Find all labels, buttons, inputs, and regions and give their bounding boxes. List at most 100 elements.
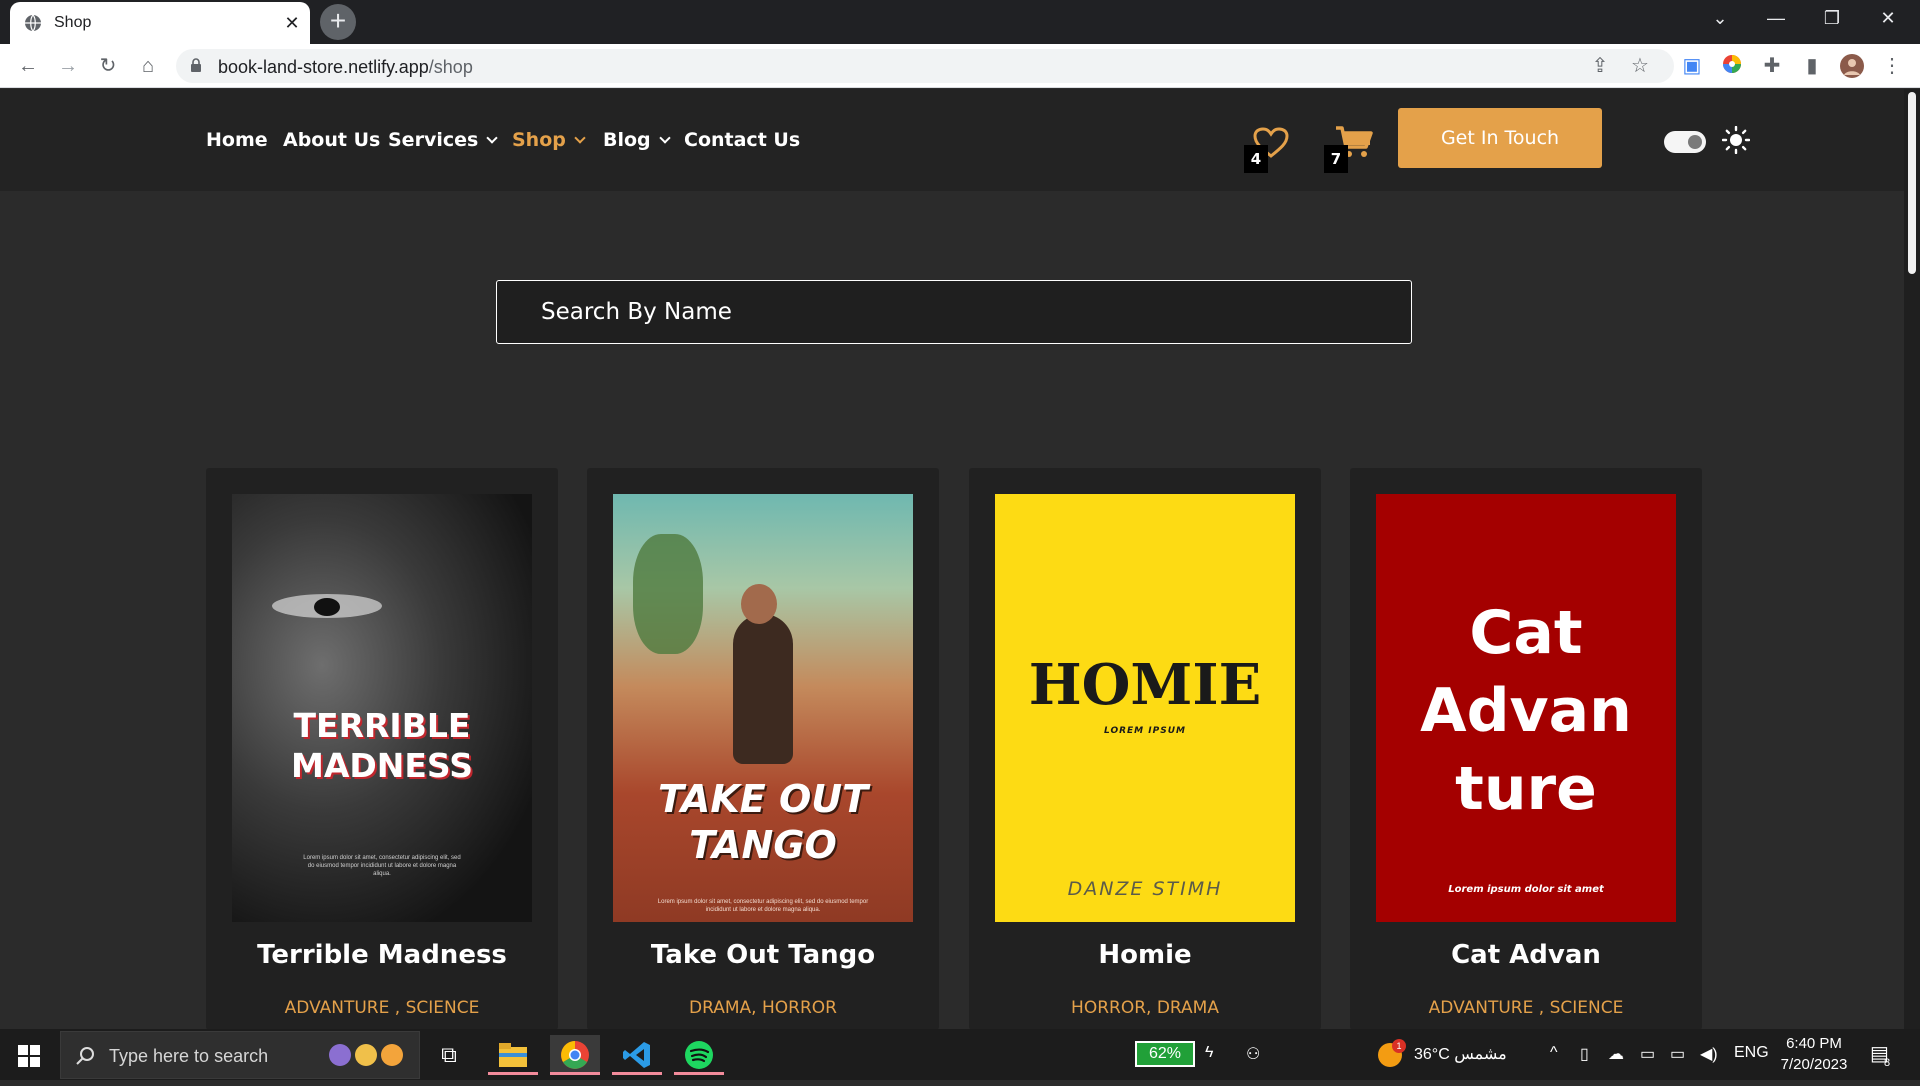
cloud-icon[interactable]: ☁ [1608,1044,1624,1064]
clock-date: 7/20/2023 [1780,1056,1848,1073]
sun-icon[interactable] [1722,126,1750,154]
cover-text-line3: ture [1455,754,1597,824]
get-in-touch-button[interactable]: Get In Touch [1398,108,1602,168]
restore-button[interactable]: ❐ [1804,0,1860,36]
cover-text-line1: TAKE OUT [657,777,869,821]
product-genres: HORROR, DRAMA [1071,998,1219,1018]
nav-shop-label: Shop [512,129,566,151]
bookmark-star-icon[interactable]: ☆ [1628,54,1652,78]
url-host: book-land-store.netlify.app [218,57,429,77]
cover-small-text: LOREM IPSUM [1104,726,1186,736]
share-icon[interactable]: ⇪ [1588,54,1612,78]
cover-text-line1: Cat [1469,598,1583,668]
taskbar-search-placeholder: Type here to search [109,1046,269,1066]
tab-search-icon[interactable]: ⌄ [1692,0,1748,36]
nav-home[interactable]: Home [206,129,268,151]
file-explorer-icon[interactable] [488,1035,538,1075]
chrome-icon[interactable] [550,1035,600,1075]
nav-blog-label: Blog [603,129,651,151]
weather-text[interactable]: 36°C مشمس [1414,1044,1507,1064]
windows-taskbar: Type here to search ⧉ 62% ϟ ⚇ 1 36°C مشم… [0,1029,1920,1080]
chevron-down-icon [486,132,498,144]
product-title[interactable]: Take Out Tango [587,940,939,970]
forward-arrow-icon[interactable]: → [54,52,82,80]
new-tab-button[interactable]: + [320,4,356,40]
minimize-button[interactable]: — [1748,0,1804,36]
charging-plug-icon: ϟ [1205,1044,1214,1061]
scrollbar-thumb[interactable] [1908,92,1916,274]
globe-icon [25,14,41,32]
close-tab-icon[interactable]: ✕ [280,11,304,35]
volume-icon[interactable]: ◀) [1700,1044,1718,1064]
close-window-button[interactable]: ✕ [1860,0,1916,36]
nav-about-us[interactable]: About Us [283,129,380,151]
menu-kebab-icon[interactable]: ⋮ [1880,54,1904,78]
battery-icon[interactable]: ▭ [1640,1044,1655,1064]
product-title[interactable]: Cat Advan [1350,940,1702,970]
language-indicator[interactable]: ENG [1734,1044,1769,1062]
network-icon[interactable]: ▭ [1670,1044,1685,1064]
book-cover-image[interactable]: Cat Advan ture Lorem ipsum dolor sit ame… [1376,494,1676,922]
lock-icon [191,58,201,72]
system-clock[interactable]: 6:40 PM 7/20/2023 [1772,1033,1856,1075]
task-view-icon[interactable]: ⧉ [424,1035,474,1075]
cover-small-text: Lorem ipsum dolor sit amet, consectetur … [303,855,461,877]
color-extension-icon[interactable] [1720,54,1744,78]
puzzle-extensions-icon[interactable]: ✚ [1760,54,1784,78]
cover-small-text: Lorem ipsum dolor sit amet, consectetur … [657,899,869,913]
nav-shop[interactable]: Shop [512,129,586,151]
product-card[interactable]: TAKE OUT TANGO Lorem ipsum dolor sit ame… [587,468,939,1030]
search-input[interactable] [496,280,1412,344]
profile-avatar-icon[interactable] [1840,54,1864,78]
product-title[interactable]: Homie [969,940,1321,970]
product-genres: ADVANTURE , SCIENCE [284,998,480,1018]
chevron-down-icon [574,132,586,144]
browser-toolbar: ← → ↻ ⌂ book-land-store.netlify.app/shop… [0,44,1920,88]
taskbar-search-box[interactable]: Type here to search [60,1031,420,1079]
translate-extension-icon[interactable]: ▣ [1680,54,1704,78]
device-icon[interactable]: ▯ [1580,1044,1589,1064]
cover-text-line2: TANGO [689,823,837,867]
battery-indicator[interactable]: 62% [1135,1041,1195,1067]
product-card[interactable]: TERRIBLE MADNESS Lorem ipsum dolor sit a… [206,468,558,1030]
product-genres: ADVANTURE , SCIENCE [1428,998,1624,1018]
chevron-up-icon[interactable]: ^ [1550,1044,1558,1062]
product-card[interactable]: Cat Advan ture Lorem ipsum dolor sit ame… [1350,468,1702,1030]
spotify-icon[interactable] [674,1035,724,1075]
cover-text-line2: Advan [1420,676,1632,746]
cover-author-text: DANZE STIMH [1067,878,1223,900]
search-highlight-icon [329,1042,409,1072]
book-cover-image[interactable]: TAKE OUT TANGO Lorem ipsum dolor sit ame… [613,494,913,922]
vscode-icon[interactable] [612,1035,662,1075]
nav-services-label: Services [388,129,479,151]
theme-toggle-switch[interactable] [1664,131,1706,153]
browser-tab-strip: Shop ✕ + ⌄ — ❐ ✕ [0,0,1920,44]
home-icon[interactable]: ⌂ [134,52,162,80]
chevron-down-icon [658,132,671,144]
search-icon [76,1047,94,1065]
book-cover-image[interactable]: TERRIBLE MADNESS Lorem ipsum dolor sit a… [232,494,532,922]
product-genres: DRAMA, HORROR [689,998,837,1018]
clock-time: 6:40 PM [1786,1035,1842,1052]
product-title[interactable]: Terrible Madness [206,940,558,970]
people-icon[interactable]: ⚇ [1246,1044,1260,1064]
address-bar[interactable]: book-land-store.netlify.app/shop ⇪ ☆ [176,49,1674,83]
side-panel-icon[interactable]: ▮ [1800,54,1824,78]
windows-start-icon[interactable] [18,1045,40,1067]
cart-count-badge: 7 [1324,145,1348,173]
back-arrow-icon[interactable]: ← [14,52,42,80]
reload-icon[interactable]: ↻ [94,52,122,80]
book-cover-image[interactable]: HOMIE LOREM IPSUM DANZE STIMH [995,494,1295,922]
browser-tab[interactable]: Shop ✕ [10,2,310,44]
site-header: Home About Us Services Shop Blog Contact… [0,89,1920,191]
wishlist-count-badge: 4 [1244,145,1268,173]
nav-contact-us[interactable]: Contact Us [684,129,800,151]
notification-count: 8 [1884,1057,1891,1069]
nav-services[interactable]: Services [388,129,498,151]
product-card[interactable]: HOMIE LOREM IPSUM DANZE STIMH Homie HORR… [969,468,1321,1030]
nav-blog[interactable]: Blog [603,129,671,151]
tab-title: Shop [54,14,92,31]
url-path: /shop [428,57,473,77]
cover-text-line1: HOMIE [1028,652,1262,718]
cover-text-line1: TERRIBLE [293,706,471,745]
